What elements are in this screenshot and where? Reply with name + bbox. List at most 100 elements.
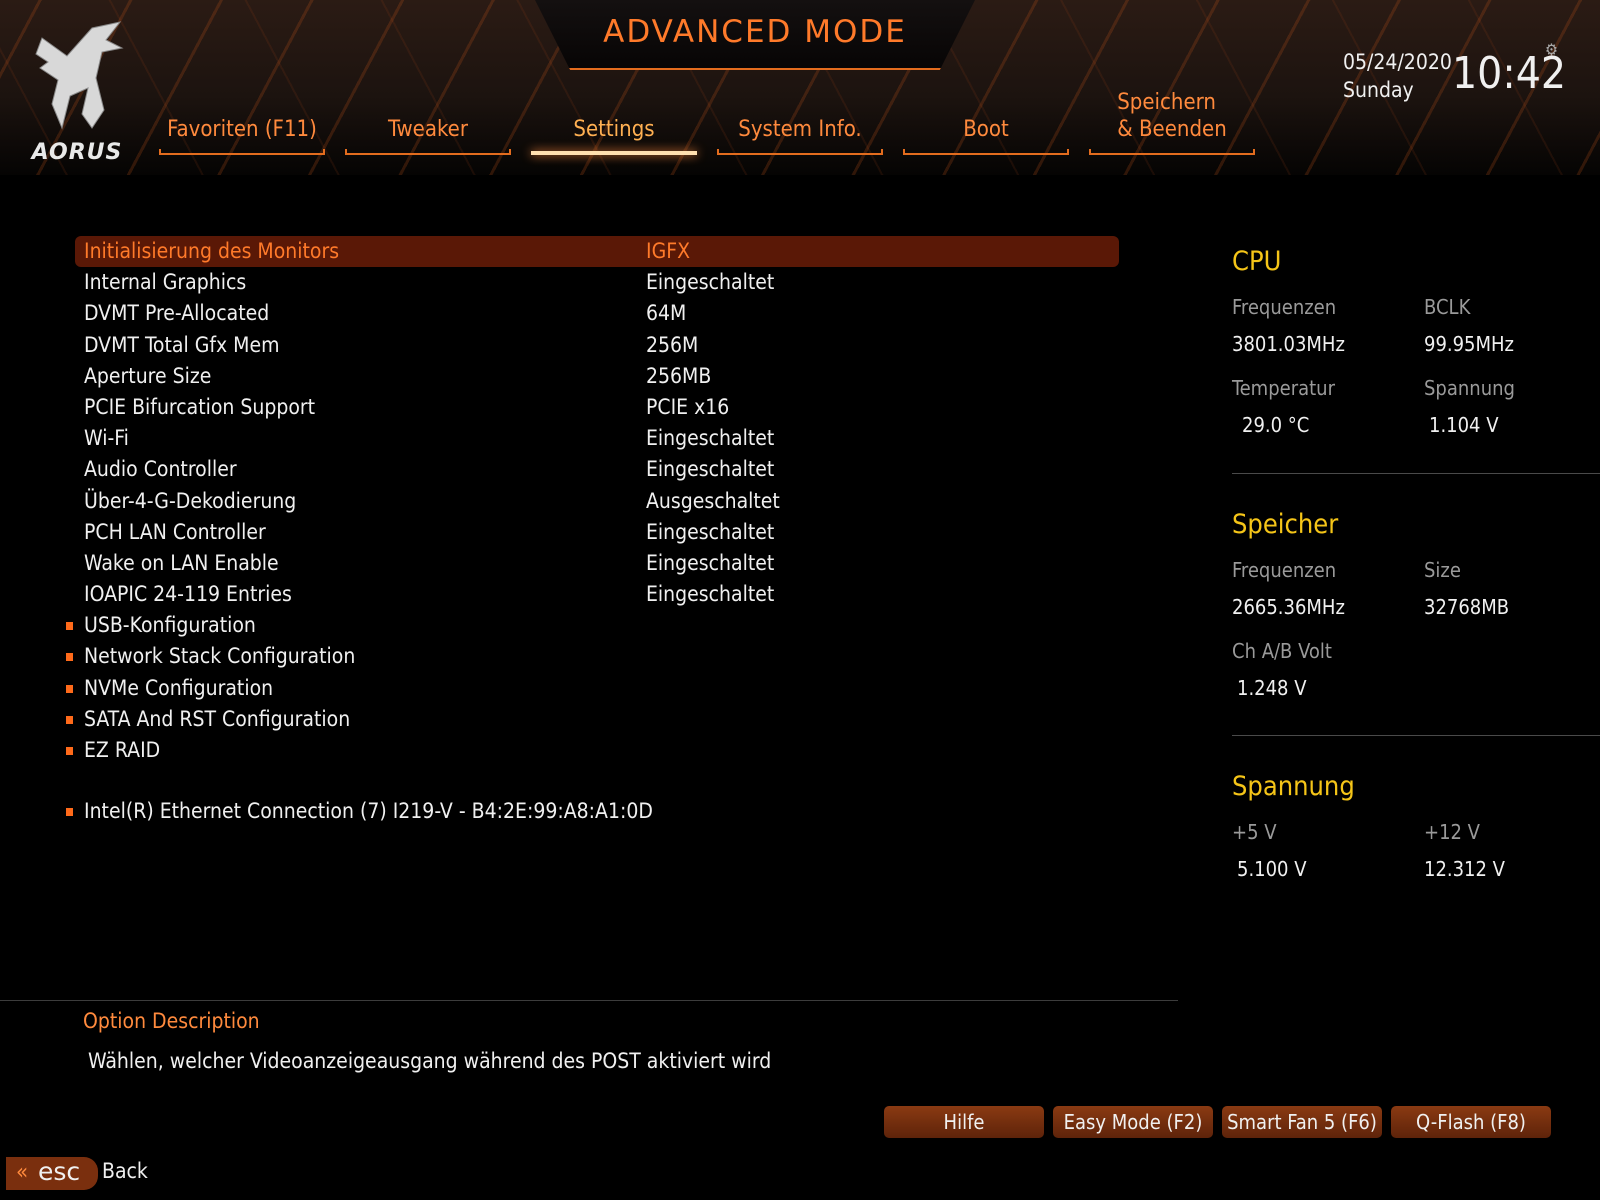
tab-favorites[interactable]: Favoriten (F11) (159, 95, 325, 155)
setting-value[interactable]: Eingeschaltet (646, 579, 774, 610)
submenu-label: EZ RAID (84, 738, 161, 762)
setting-row[interactable]: Internal Graphics Eingeschaltet (0, 267, 1125, 298)
memory-volt-value: 1.248 V (1237, 676, 1307, 700)
tab-label: Tweaker (388, 117, 468, 142)
setting-row[interactable]: DVMT Pre-Allocated 64M (0, 298, 1125, 329)
q-flash-button[interactable]: Q-Flash (F8) (1391, 1106, 1551, 1138)
bullet-icon (66, 747, 73, 755)
header-bar: AORUS ADVANCED MODE Favoriten (F11) Twea… (0, 0, 1600, 175)
cpu-freq-label: Frequenzen (1232, 295, 1337, 319)
easy-mode-button[interactable]: Easy Mode (F2) (1053, 1106, 1213, 1138)
option-description-title: Option Description (83, 1009, 260, 1033)
cpu-bclk-label: BCLK (1424, 295, 1471, 319)
memory-volt-label: Ch A/B Volt (1232, 639, 1332, 663)
date-display: 05/24/2020 Sunday (1343, 48, 1452, 104)
section-divider (1232, 735, 1600, 736)
setting-label: Audio Controller (84, 457, 237, 482)
setting-value[interactable]: Ausgeschaltet (646, 486, 780, 517)
smart-fan-button[interactable]: Smart Fan 5 (F6) (1222, 1106, 1382, 1138)
setting-row[interactable]: IOAPIC 24-119 Entries Eingeschaltet (0, 579, 1125, 610)
mode-title: ADVANCED MODE (603, 14, 907, 50)
falcon-icon (35, 21, 124, 130)
memory-freq-label: Frequenzen (1232, 558, 1337, 582)
tab-label: Settings (573, 117, 655, 142)
tab-underline (717, 149, 883, 155)
setting-label: DVMT Total Gfx Mem (84, 332, 280, 357)
esc-button[interactable]: « esc (6, 1157, 98, 1190)
setting-row[interactable]: Über-4-G-Dekodierung Ausgeschaltet (0, 486, 1125, 517)
submenu-item-network-stack[interactable]: Network Stack Configuration (0, 641, 1125, 672)
submenu-item-nvme[interactable]: NVMe Configuration (0, 673, 1125, 704)
setting-value[interactable]: 256M (646, 330, 698, 361)
submenu-label: USB-Konfiguration (84, 613, 256, 638)
setting-label: PCH LAN Controller (84, 519, 266, 544)
submenu-label: Intel(R) Ethernet Connection (7) I219-V … (84, 799, 653, 824)
setting-label: PCIE Bifurcation Support (84, 394, 316, 419)
tab-settings[interactable]: Settings (531, 95, 697, 155)
submenu-item-ethernet[interactable]: Intel(R) Ethernet Connection (7) I219-V … (0, 796, 1125, 827)
setting-label: IOAPIC 24-119 Entries (84, 582, 292, 607)
setting-value[interactable]: Eingeschaltet (646, 267, 774, 298)
mode-title-plate: ADVANCED MODE (535, 0, 975, 70)
setting-value[interactable]: IGFX (646, 236, 690, 267)
tab-system-info[interactable]: System Info. (717, 95, 883, 155)
setting-value[interactable]: Eingeschaltet (646, 548, 774, 579)
memory-size-label: Size (1424, 558, 1461, 582)
setting-row[interactable]: Aperture Size 256MB (0, 361, 1125, 392)
setting-row[interactable]: DVMT Total Gfx Mem 256M (0, 330, 1125, 361)
cpu-temp-label: Temperatur (1232, 376, 1335, 400)
bullet-icon (66, 808, 73, 817)
setting-value[interactable]: Eingeschaltet (646, 423, 774, 454)
memory-section-title: Speicher (1232, 509, 1339, 540)
submenu-item-usb[interactable]: USB-Konfiguration (0, 610, 1125, 641)
setting-row-monitor-init[interactable]: Initialisierung des Monitors IGFX (75, 236, 1119, 268)
memory-size-value: 32768MB (1424, 595, 1510, 619)
setting-label: Aperture Size (84, 363, 212, 388)
setting-row[interactable]: PCIE Bifurcation Support PCIE x16 (0, 392, 1125, 423)
submenu-item-sata-rst[interactable]: SATA And RST Configuration (0, 704, 1125, 735)
tab-label: Favoriten (F11) (167, 117, 317, 142)
cpu-volt-value: 1.104 V (1429, 413, 1499, 437)
bullet-icon (66, 653, 73, 662)
setting-label: Wi-Fi (84, 426, 129, 451)
tab-boot[interactable]: Boot (903, 95, 1069, 155)
setting-value[interactable]: 256MB (646, 361, 711, 392)
tab-label: Speichern & Beenden (1117, 90, 1227, 142)
setting-value[interactable]: PCIE x16 (646, 392, 729, 423)
setting-value[interactable]: Eingeschaltet (646, 517, 774, 548)
setting-value[interactable]: 64M (646, 298, 686, 329)
submenu-label: NVMe Configuration (84, 675, 274, 700)
cpu-section-title: CPU (1232, 246, 1282, 277)
setting-row[interactable]: Wake on LAN Enable Eingeschaltet (0, 548, 1125, 579)
setting-label: Initialisierung des Monitors (84, 239, 340, 263)
setting-row[interactable]: PCH LAN Controller Eingeschaltet (0, 517, 1125, 548)
setting-row[interactable]: Audio Controller Eingeschaltet (0, 454, 1125, 485)
description-divider (0, 1000, 1178, 1001)
voltage-5v-label: +5 V (1232, 820, 1277, 844)
tab-underline (345, 149, 511, 155)
bullet-icon (66, 622, 73, 631)
voltage-5v-value: 5.100 V (1237, 857, 1307, 881)
tab-underline-active (531, 151, 697, 155)
double-chevron-left-icon: « (16, 1160, 29, 1185)
setting-row[interactable]: Wi-Fi Eingeschaltet (0, 423, 1125, 454)
voltage-12v-label: +12 V (1424, 820, 1480, 844)
esc-key-label: esc (38, 1157, 81, 1186)
back-label[interactable]: Back (102, 1159, 148, 1183)
help-button[interactable]: Hilfe (884, 1106, 1044, 1138)
gear-icon[interactable]: ⚙ (1545, 40, 1558, 59)
submenu-item-ez-raid[interactable]: EZ RAID (0, 735, 1125, 766)
tab-tweaker[interactable]: Tweaker (345, 95, 511, 155)
setting-label: Wake on LAN Enable (84, 550, 279, 575)
cpu-bclk-value: 99.95MHz (1424, 332, 1514, 356)
memory-freq-value: 2665.36MHz (1232, 595, 1345, 619)
setting-value[interactable]: Eingeschaltet (646, 454, 774, 485)
tab-save-exit[interactable]: Speichern & Beenden (1089, 90, 1255, 155)
bullet-icon (66, 684, 73, 693)
cpu-freq-value: 3801.03MHz (1232, 332, 1345, 356)
section-divider (1232, 473, 1600, 474)
voltage-12v-value: 12.312 V (1424, 857, 1505, 881)
setting-label: DVMT Pre-Allocated (84, 301, 270, 326)
cpu-volt-label: Spannung (1424, 376, 1515, 400)
